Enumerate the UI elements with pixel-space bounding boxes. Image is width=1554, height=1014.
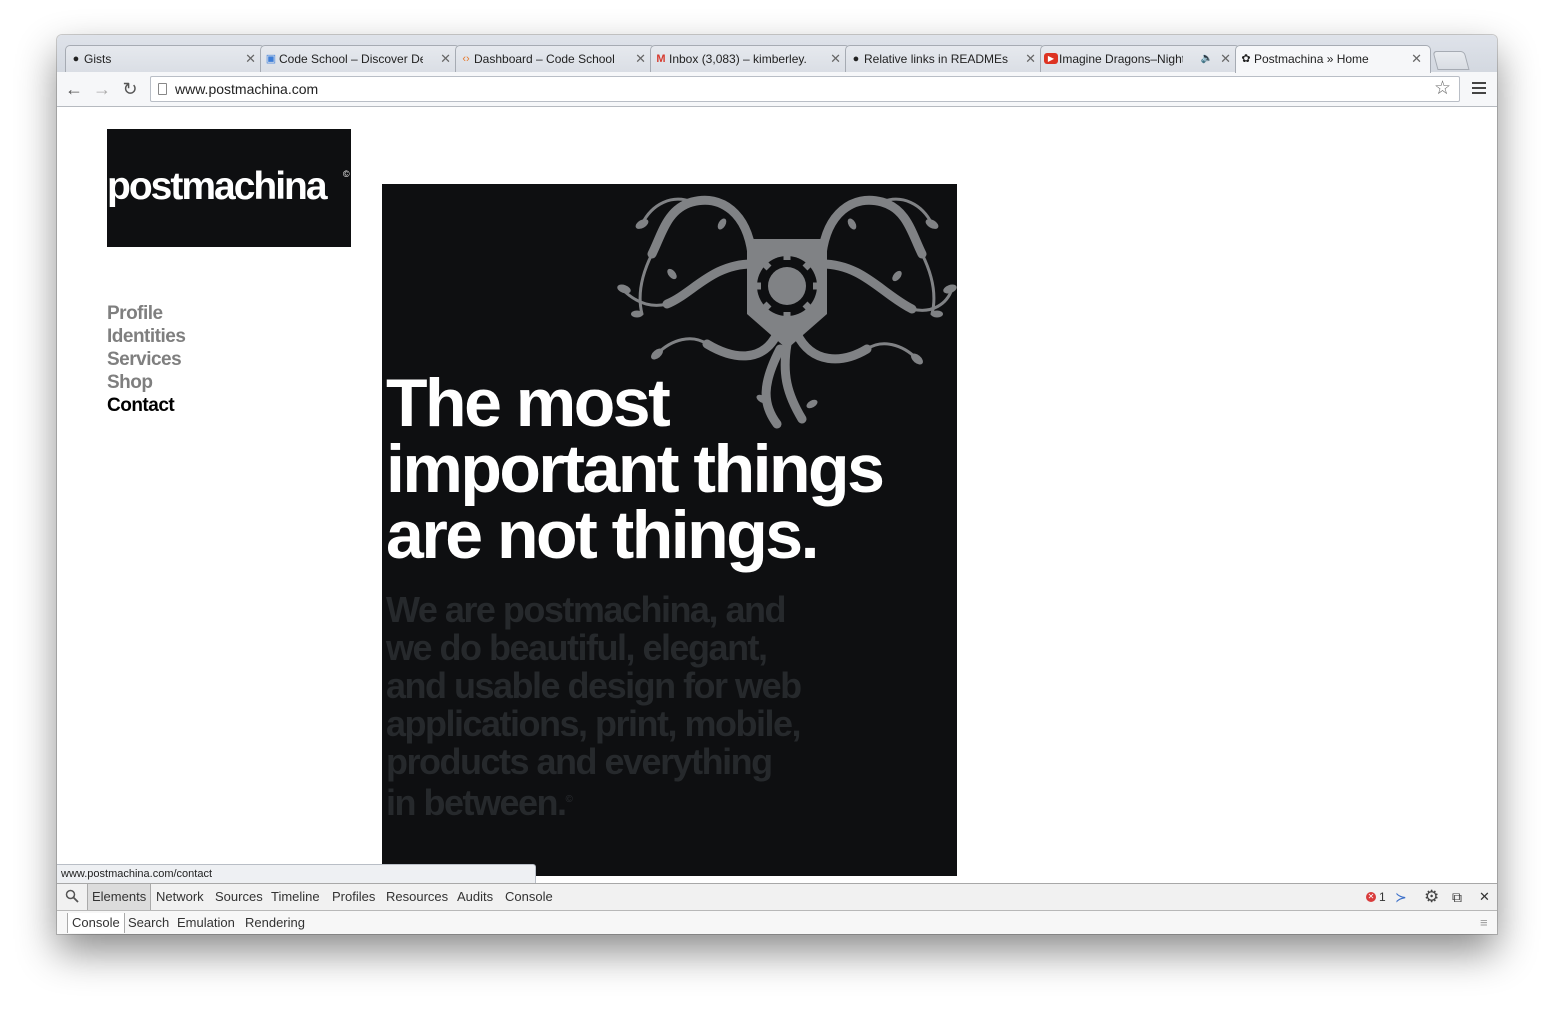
nav-link-identities[interactable]: Identities [107,325,186,348]
tab-dashboard[interactable]: ‹› Dashboard – Code School ✕ [455,45,655,72]
site-logo[interactable]: postmachina © [107,129,351,247]
devtools-tab-profiles[interactable]: Profiles [332,884,375,910]
close-icon[interactable]: ✕ [440,46,451,72]
logo-text: postmachina [107,165,328,208]
postmachina-favicon-icon: ✿ [1241,53,1251,65]
tab-inbox[interactable]: M Inbox (3,083) – kimberley. ✕ [650,45,850,72]
tab-code-school[interactable]: ▣ Code School – Discover De ✕ [260,45,460,72]
close-icon[interactable]: ✕ [1479,884,1490,910]
close-icon[interactable]: ✕ [1411,46,1422,72]
tab-label: Imagine Dragons–Night [1059,52,1183,66]
drawer-resize-handle[interactable]: ≡ [1480,911,1488,934]
tab-relative-links[interactable]: ● Relative links in READMEs ✕ [845,45,1045,72]
devtools-toolbar: Elements Network Sources Timeline Profil… [57,884,1497,911]
address-bar[interactable]: www.postmachina.com ☆ [150,76,1460,102]
drawer-tab-rendering[interactable]: Rendering [245,911,305,934]
close-icon[interactable]: ✕ [1220,46,1231,72]
tab-label: Gists [84,52,112,66]
hero-subtext-mark: © [565,794,573,805]
tab-label: Code School – Discover De [279,52,423,66]
devtools-panel: Elements Network Sources Timeline Profil… [57,883,1497,934]
tab-label: Dashboard – Code School [474,52,615,66]
hero-headline: The most important things are not things… [386,365,885,573]
error-count[interactable]: 1 [1379,884,1386,910]
close-icon[interactable]: ✕ [245,46,256,72]
gear-icon[interactable]: ⚙ [1424,884,1439,910]
nav-link-shop[interactable]: Shop [107,371,185,394]
devtools-tab-console[interactable]: Console [505,884,553,910]
drawer-tab-search[interactable]: Search [128,911,169,934]
tab-postmachina[interactable]: ✿ Postmachina » Home ✕ [1235,45,1431,73]
browser-window: ● Gists ✕ ▣ Code School – Discover De ✕ … [57,35,1497,934]
url-text[interactable]: www.postmachina.com [175,77,318,101]
tab-strip: ● Gists ✕ ▣ Code School – Discover De ✕ … [57,35,1497,73]
devtools-drawer-tabs: Console Search Emulation Rendering ≡ [57,911,1497,934]
dock-icon[interactable]: ⧉ [1452,884,1462,910]
hero-subtext: We are postmachina, and we do beautiful,… [386,591,806,822]
youtube-icon: ▶ [1044,53,1058,64]
drawer-tab-console[interactable]: Console [67,913,125,933]
reload-icon[interactable]: ↻ [119,79,141,99]
close-icon[interactable]: ✕ [635,46,646,72]
tab-label: Postmachina » Home [1254,52,1369,66]
close-icon[interactable]: ✕ [830,46,841,72]
console-drawer-icon[interactable]: ≻ [1395,884,1407,910]
close-icon[interactable]: ✕ [1025,46,1036,72]
link-status-bubble: www.postmachina.com/contact [57,864,536,883]
github-icon: ● [72,53,80,65]
tab-youtube[interactable]: ▶ Imagine Dragons–Night 🔈 ✕ [1040,45,1240,72]
nav-link-contact[interactable]: Contact [107,394,185,417]
hero-subtext-body: We are postmachina, and we do beautiful,… [386,589,802,823]
logo-registered-mark: © [343,169,350,179]
forward-arrow-icon[interactable]: → [91,79,113,99]
menu-icon[interactable] [1472,80,1486,96]
tab-label: Relative links in READMEs [864,52,1008,66]
nav-link-profile[interactable]: Profile [107,302,185,325]
tab-gists[interactable]: ● Gists ✕ [65,45,265,72]
code-icon: ‹› [462,53,470,65]
speaker-icon: 🔈 [1200,53,1213,64]
hero-banner: The most important things are not things… [382,184,957,876]
error-icon[interactable]: ✕ [1366,892,1376,902]
github-icon: ● [852,53,860,65]
document-icon: ▣ [265,53,277,65]
bookmark-star-icon[interactable]: ☆ [1434,77,1451,101]
devtools-tab-timeline[interactable]: Timeline [271,884,320,910]
page-icon [158,83,167,95]
site-nav: Profile Identities Services Shop Contact [107,302,186,417]
devtools-tab-sources[interactable]: Sources [215,884,263,910]
tab-label: Inbox (3,083) – kimberley. [669,52,807,66]
web-page: postmachina © Profile Identities Service… [57,107,1497,883]
devtools-tab-elements[interactable]: Elements [87,884,152,910]
browser-toolbar: ← → ↻ www.postmachina.com ☆ [57,72,1497,107]
gmail-icon: M [656,53,666,65]
devtools-tab-audits[interactable]: Audits [457,884,493,910]
drawer-tab-emulation[interactable]: Emulation [177,911,235,934]
search-icon[interactable] [65,889,79,903]
devtools-tab-network[interactable]: Network [156,884,204,910]
back-arrow-icon[interactable]: ← [63,79,85,99]
devtools-tab-resources[interactable]: Resources [386,884,448,910]
new-tab-button[interactable] [1432,51,1470,70]
nav-link-services[interactable]: Services [107,348,185,371]
